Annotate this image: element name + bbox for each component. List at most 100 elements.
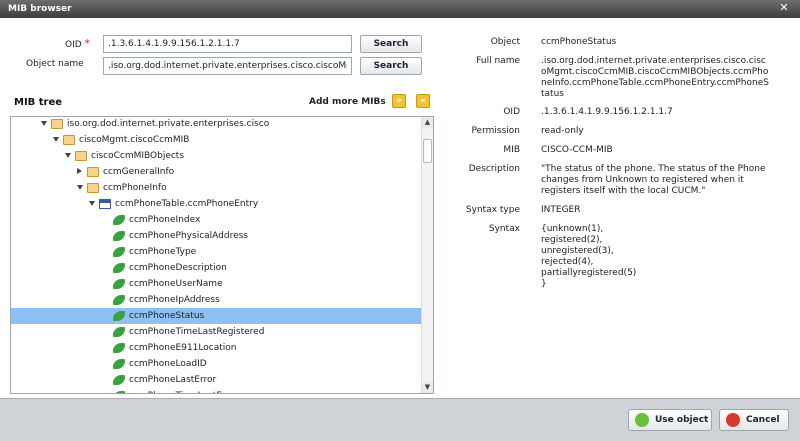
syntax-line: unregistered(3), <box>541 246 614 256</box>
tree-node[interactable]: ccmPhoneTimeLastRegistered <box>11 324 421 340</box>
oid-search-button[interactable]: Search <box>360 35 422 53</box>
tree-node-label: ccmPhoneStatus <box>129 311 205 321</box>
collapse-toggle-icon[interactable] <box>41 121 47 126</box>
syntax-line: rejected(4), <box>541 257 594 267</box>
fullname-label: Full name <box>476 56 520 66</box>
folder-icon <box>87 167 99 177</box>
tree-node-label: ccmPhonePhysicalAddress <box>129 231 248 241</box>
tree-node[interactable]: ccmPhonePhysicalAddress <box>11 228 421 244</box>
folder-icon <box>63 135 75 145</box>
leaf-icon <box>113 215 125 225</box>
leaf-icon <box>113 359 125 369</box>
syntax-line: } <box>541 279 547 289</box>
mib-value: CISCO-CCM-MIB <box>541 145 613 155</box>
syntax-line: {unknown(1), <box>541 224 604 234</box>
tree-node-label: ccmGeneralInfo <box>103 167 175 177</box>
tree-node[interactable]: ccmPhoneTable.ccmPhoneEntry <box>11 196 421 212</box>
leaf-icon <box>113 311 125 321</box>
description-value: "The status of the phone. The status of … <box>541 164 766 196</box>
tree-node[interactable]: ccmPhoneLoadID <box>11 356 421 372</box>
oid-label: OID * <box>65 37 90 50</box>
collapse-all-icon[interactable]: « <box>416 94 430 108</box>
tree-node[interactable]: ccmPhoneTimeLastError <box>11 388 421 393</box>
permission-label: Permission <box>471 126 520 136</box>
tree-node[interactable]: ccmPhoneType <box>11 244 421 260</box>
collapse-toggle-icon[interactable] <box>53 137 59 142</box>
object-name-search-button[interactable]: Search <box>360 57 422 75</box>
tree-node-label: ccmPhoneUserName <box>129 279 223 289</box>
permission-value: read-only <box>541 126 584 136</box>
tree-node-label: ccmPhoneTimeLastError <box>129 388 238 393</box>
tree-node-label: ccmPhoneTimeLastRegistered <box>129 327 265 337</box>
syntax-value: {unknown(1), registered(2), unregistered… <box>541 224 771 290</box>
title-bar: MIB browser ✕ <box>0 0 800 18</box>
use-object-icon <box>635 413 649 427</box>
dialog-footer: Use object Cancel <box>0 398 800 441</box>
mib-tree[interactable]: iso.org.dod.internet.private.enterprises… <box>10 116 434 394</box>
table-icon <box>99 199 111 209</box>
object-label: Object <box>490 37 520 47</box>
close-icon[interactable]: ✕ <box>778 2 790 14</box>
oid-label-text: OID <box>65 40 82 50</box>
collapse-toggle-icon[interactable] <box>65 153 71 158</box>
expand-toggle-icon[interactable] <box>77 168 82 174</box>
tree-node-label: ccmPhoneDescription <box>129 263 227 273</box>
leaf-icon <box>113 263 125 273</box>
tree-scrollbar[interactable]: ▲ ▼ <box>421 117 433 393</box>
leaf-icon <box>113 231 125 241</box>
object-value: ccmPhoneStatus <box>541 37 617 47</box>
folder-icon <box>51 119 63 129</box>
leaf-icon <box>113 343 125 353</box>
mib-browser-dialog: MIB browser ✕ OID * Search Object name S… <box>0 0 800 441</box>
required-mark: * <box>84 37 91 50</box>
mib-label: MIB <box>503 145 520 155</box>
tree-node-label: ccmPhoneE911Location <box>129 343 237 353</box>
leaf-icon <box>113 279 125 289</box>
syntax-line: registered(2), <box>541 235 603 245</box>
syntax-type-value: INTEGER <box>541 205 581 215</box>
tree-node-label: iso.org.dod.internet.private.enterprises… <box>67 119 270 129</box>
window-title: MIB browser <box>8 4 72 14</box>
tree-node[interactable]: ccmGeneralInfo <box>11 164 421 180</box>
tree-node[interactable]: ccmPhoneInfo <box>11 180 421 196</box>
syntax-line: partiallyregistered(5) <box>541 268 637 278</box>
description-label: Description <box>468 164 520 174</box>
scroll-down-icon[interactable]: ▼ <box>422 382 433 393</box>
tree-node-label: ccmPhoneTable.ccmPhoneEntry <box>115 199 259 209</box>
tree-node[interactable]: ciscoMgmt.ciscoCcmMIB <box>11 132 421 148</box>
details-oid-value: .1.3.6.1.4.1.9.9.156.1.2.1.1.7 <box>541 107 673 117</box>
tree-node[interactable]: ccmPhoneLastError <box>11 372 421 388</box>
use-object-button[interactable]: Use object <box>628 409 712 431</box>
tree-node[interactable]: ccmPhoneUserName <box>11 276 421 292</box>
collapse-toggle-icon[interactable] <box>77 185 83 190</box>
details-oid-label: OID <box>503 107 520 117</box>
cancel-icon <box>726 413 740 427</box>
tree-node-label: ciscoCcmMIBObjects <box>91 151 185 161</box>
syntax-label: Syntax <box>488 224 520 234</box>
tree-node[interactable]: ccmPhoneStatus <box>11 308 421 324</box>
tree-node[interactable]: iso.org.dod.internet.private.enterprises… <box>11 117 421 132</box>
tree-node-label: ccmPhoneLoadID <box>129 359 207 369</box>
object-name-input[interactable] <box>103 57 352 75</box>
tree-node[interactable]: ccmPhoneIndex <box>11 212 421 228</box>
tree-node-label: ccmPhoneType <box>129 247 197 257</box>
tree-node-label: ccmPhoneLastError <box>129 375 217 385</box>
leaf-icon <box>113 295 125 305</box>
tree-node-label: ccmPhoneInfo <box>103 183 167 193</box>
leaf-icon <box>113 375 125 385</box>
add-more-mibs-link[interactable]: Add more MIBs <box>309 97 386 107</box>
use-object-label: Use object <box>655 415 709 425</box>
leaf-icon <box>113 391 125 393</box>
cancel-button[interactable]: Cancel <box>719 409 789 431</box>
tree-node-label: ciscoMgmt.ciscoCcmMIB <box>79 135 190 145</box>
oid-input[interactable] <box>103 35 352 53</box>
collapse-toggle-icon[interactable] <box>89 201 95 206</box>
tree-node[interactable]: ccmPhoneE911Location <box>11 340 421 356</box>
tree-node[interactable]: ccmPhoneIpAddress <box>11 292 421 308</box>
tree-node[interactable]: ccmPhoneDescription <box>11 260 421 276</box>
tree-node[interactable]: ciscoCcmMIBObjects <box>11 148 421 164</box>
folder-icon <box>87 183 99 193</box>
expand-all-icon[interactable]: » <box>392 94 406 108</box>
folder-icon <box>75 151 87 161</box>
tree-node-label: ccmPhoneIpAddress <box>129 295 220 305</box>
